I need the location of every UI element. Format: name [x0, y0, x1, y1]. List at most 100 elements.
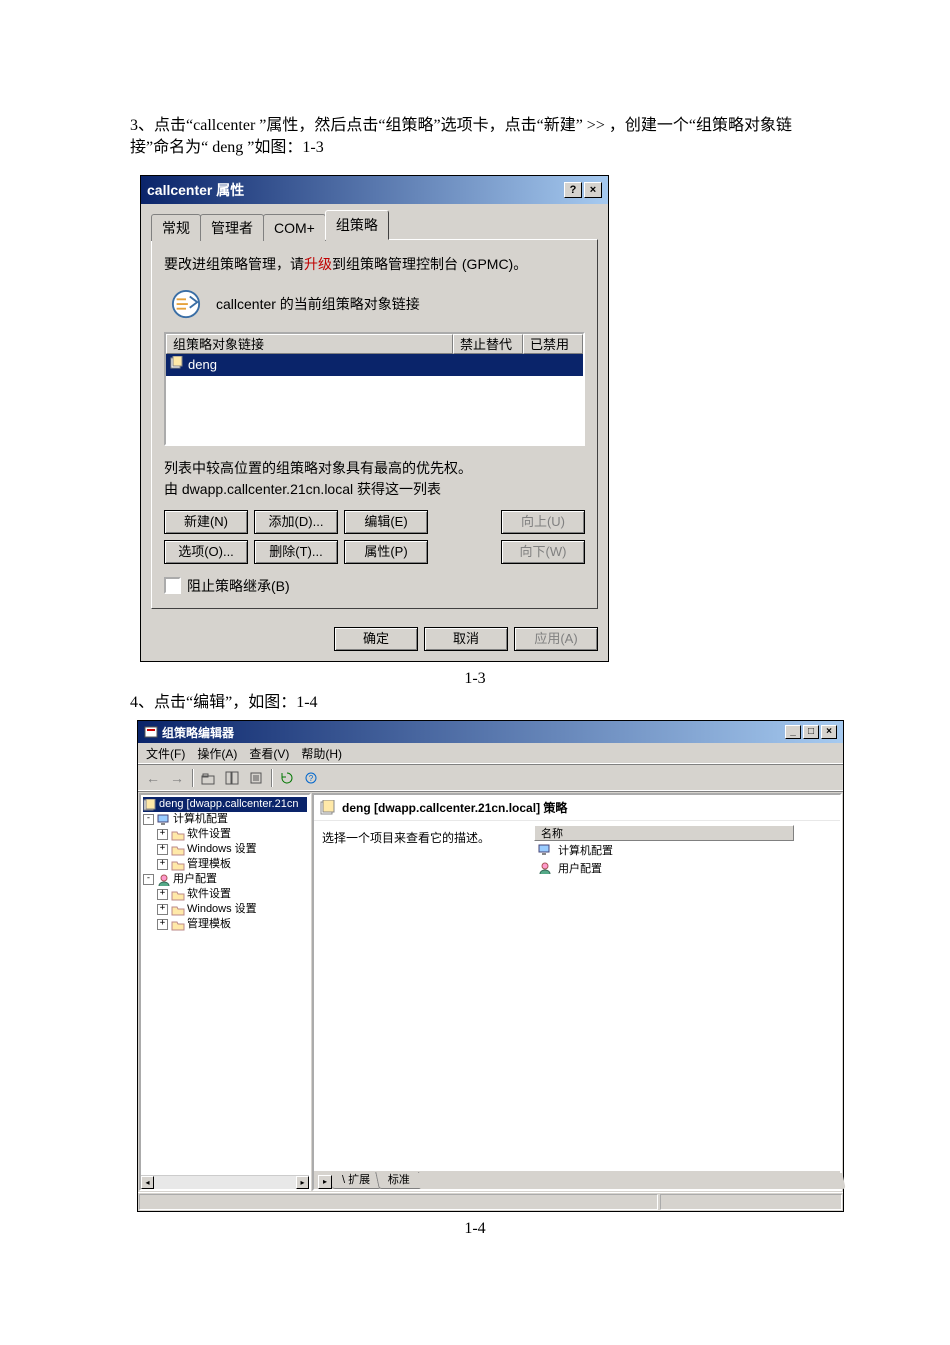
- expand-icon[interactable]: +: [157, 904, 168, 915]
- details-header-text: deng [dwapp.callcenter.21cn.local] 策略: [342, 799, 567, 816]
- dialog-title: callcenter 属性: [147, 180, 244, 200]
- apply-button: 应用(A): [514, 627, 598, 651]
- maximize-icon[interactable]: □: [803, 725, 819, 739]
- tab-managedby[interactable]: 管理者: [200, 214, 264, 241]
- expand-icon[interactable]: +: [157, 889, 168, 900]
- paragraph-1: 3、点击“callcenter ”属性，然后点击“组策略”选项卡，点击“新建” …: [130, 115, 820, 160]
- tab-group-policy[interactable]: 组策略: [325, 210, 389, 240]
- user-icon: [157, 874, 171, 886]
- tree-uc-windows[interactable]: + Windows 设置: [143, 902, 307, 917]
- expand-icon[interactable]: +: [157, 919, 168, 930]
- help-icon[interactable]: ?: [300, 767, 322, 789]
- menu-bar: 文件(F) 操作(A) 查看(V) 帮助(H): [138, 743, 843, 765]
- upgrade-link[interactable]: 升级: [304, 256, 332, 272]
- tree-pane[interactable]: deng [dwapp.callcenter.21cn - 计算机配置 + 软件…: [139, 793, 311, 1191]
- folder-icon: [171, 904, 185, 916]
- tab-complus[interactable]: COM+: [263, 214, 326, 241]
- menu-help[interactable]: 帮助(H): [301, 745, 342, 762]
- menu-action[interactable]: 操作(A): [197, 745, 237, 762]
- expand-icon[interactable]: +: [157, 859, 168, 870]
- edit-button[interactable]: 编辑(E): [344, 510, 428, 534]
- expand-icon[interactable]: +: [157, 844, 168, 855]
- details-item-computer-config[interactable]: 计算机配置: [534, 841, 836, 859]
- col-link[interactable]: 组策略对象链接: [166, 334, 453, 354]
- paragraph-2: 4、点击“编辑”，如图：1-4: [130, 692, 820, 714]
- status-bar: [138, 1192, 843, 1211]
- details-view-tabs: ▸ \ 扩展 标准: [314, 1171, 840, 1189]
- hint-c: 到组策略管理控制台 (GPMC)。: [332, 256, 527, 272]
- tab-extended[interactable]: \ 扩展: [332, 1172, 381, 1189]
- export-list-icon[interactable]: [245, 767, 267, 789]
- help-icon[interactable]: ?: [564, 182, 582, 198]
- p1-a: 3、点击“: [130, 117, 193, 134]
- forward-icon[interactable]: →: [166, 770, 188, 786]
- tree-label: 管理模板: [187, 857, 231, 872]
- properties-button[interactable]: 属性(P): [344, 540, 428, 564]
- tab-general[interactable]: 常规: [151, 214, 201, 241]
- item-label: 计算机配置: [558, 842, 613, 858]
- list-item-label: deng: [188, 357, 217, 372]
- refresh-icon[interactable]: [276, 767, 298, 789]
- tree-label: 管理模板: [187, 917, 231, 932]
- win2-titlebar[interactable]: 组策略编辑器 _ □ ×: [138, 721, 843, 743]
- menu-view[interactable]: 查看(V): [249, 745, 289, 762]
- block-inheritance-label: 阻止策略继承(B): [187, 576, 290, 596]
- tree-uc-software[interactable]: + 软件设置: [143, 887, 307, 902]
- add-button[interactable]: 添加(D)...: [254, 510, 338, 534]
- col-nooverride[interactable]: 禁止替代: [453, 334, 523, 354]
- minimize-icon[interactable]: _: [785, 725, 801, 739]
- tree-label: 用户配置: [173, 872, 217, 887]
- status-cell-1: [139, 1194, 658, 1210]
- win2-title-text: 组策略编辑器: [162, 724, 234, 741]
- tree-root[interactable]: deng [dwapp.callcenter.21cn: [143, 797, 307, 812]
- cancel-button[interactable]: 取消: [424, 627, 508, 651]
- details-column-header[interactable]: 名称: [534, 825, 836, 841]
- tree-uc-admin[interactable]: + 管理模板: [143, 917, 307, 932]
- delete-button[interactable]: 删除(T)...: [254, 540, 338, 564]
- close-icon[interactable]: ×: [821, 725, 837, 739]
- details-item-user-config[interactable]: 用户配置: [534, 859, 836, 877]
- gpmc-hint: 要改进组策略管理，请升级到组策略管理控制台 (GPMC)。: [164, 254, 585, 274]
- tree-cc-admin[interactable]: + 管理模板: [143, 857, 307, 872]
- figure-label-1-3: 1-3: [0, 670, 950, 688]
- note-line-1: 列表中较高位置的组策略对象具有最高的优先权。: [164, 458, 585, 479]
- block-inheritance-checkbox[interactable]: [164, 577, 181, 594]
- close-icon[interactable]: ×: [584, 182, 602, 198]
- col-name[interactable]: 名称: [534, 825, 794, 841]
- priority-note: 列表中较高位置的组策略对象具有最高的优先权。 由 dwapp.callcente…: [164, 458, 585, 500]
- computer-icon: [538, 844, 552, 856]
- list-header: 组策略对象链接 禁止替代 已禁用: [166, 334, 583, 354]
- menu-file[interactable]: 文件(F): [146, 745, 185, 762]
- options-button[interactable]: 选项(O)...: [164, 540, 248, 564]
- list-item-deng[interactable]: deng: [166, 354, 583, 376]
- tree-computer-config[interactable]: - 计算机配置: [143, 812, 307, 827]
- details-pane: deng [dwapp.callcenter.21cn.local] 策略 选择…: [312, 793, 842, 1191]
- col-disabled[interactable]: 已禁用: [523, 334, 583, 354]
- tree-h-scrollbar[interactable]: ◂ ▸: [141, 1175, 309, 1189]
- new-button[interactable]: 新建(N): [164, 510, 248, 534]
- group-policy-icon: [170, 288, 202, 320]
- toolbar: ← → ?: [138, 765, 843, 792]
- show-hide-tree-icon[interactable]: [221, 767, 243, 789]
- tree-cc-windows[interactable]: + Windows 设置: [143, 842, 307, 857]
- collapse-icon[interactable]: -: [143, 814, 154, 825]
- ok-button[interactable]: 确定: [334, 627, 418, 651]
- back-icon[interactable]: ←: [142, 770, 164, 786]
- status-cell-2: [660, 1194, 842, 1210]
- gpo-links-list[interactable]: 组策略对象链接 禁止替代 已禁用 deng: [164, 332, 585, 446]
- tab-scroll-right-icon[interactable]: ▸: [318, 1175, 332, 1189]
- current-links-label: callcenter 的当前组策略对象链接: [216, 294, 420, 314]
- folder-icon: [171, 859, 185, 871]
- up-level-icon[interactable]: [197, 767, 219, 789]
- scroll-right-icon[interactable]: ▸: [296, 1176, 309, 1189]
- gpo-item-icon: [170, 356, 184, 373]
- expand-icon[interactable]: +: [157, 829, 168, 840]
- tree-cc-software[interactable]: + 软件设置: [143, 827, 307, 842]
- tree-user-config[interactable]: - 用户配置: [143, 872, 307, 887]
- mmc-icon: [144, 725, 158, 739]
- dialog-titlebar[interactable]: callcenter 属性 ? ×: [141, 176, 608, 204]
- figure-label-1-4: 1-4: [0, 1220, 950, 1238]
- scroll-left-icon[interactable]: ◂: [141, 1176, 154, 1189]
- collapse-icon[interactable]: -: [143, 874, 154, 885]
- svg-text:?: ?: [309, 774, 314, 783]
